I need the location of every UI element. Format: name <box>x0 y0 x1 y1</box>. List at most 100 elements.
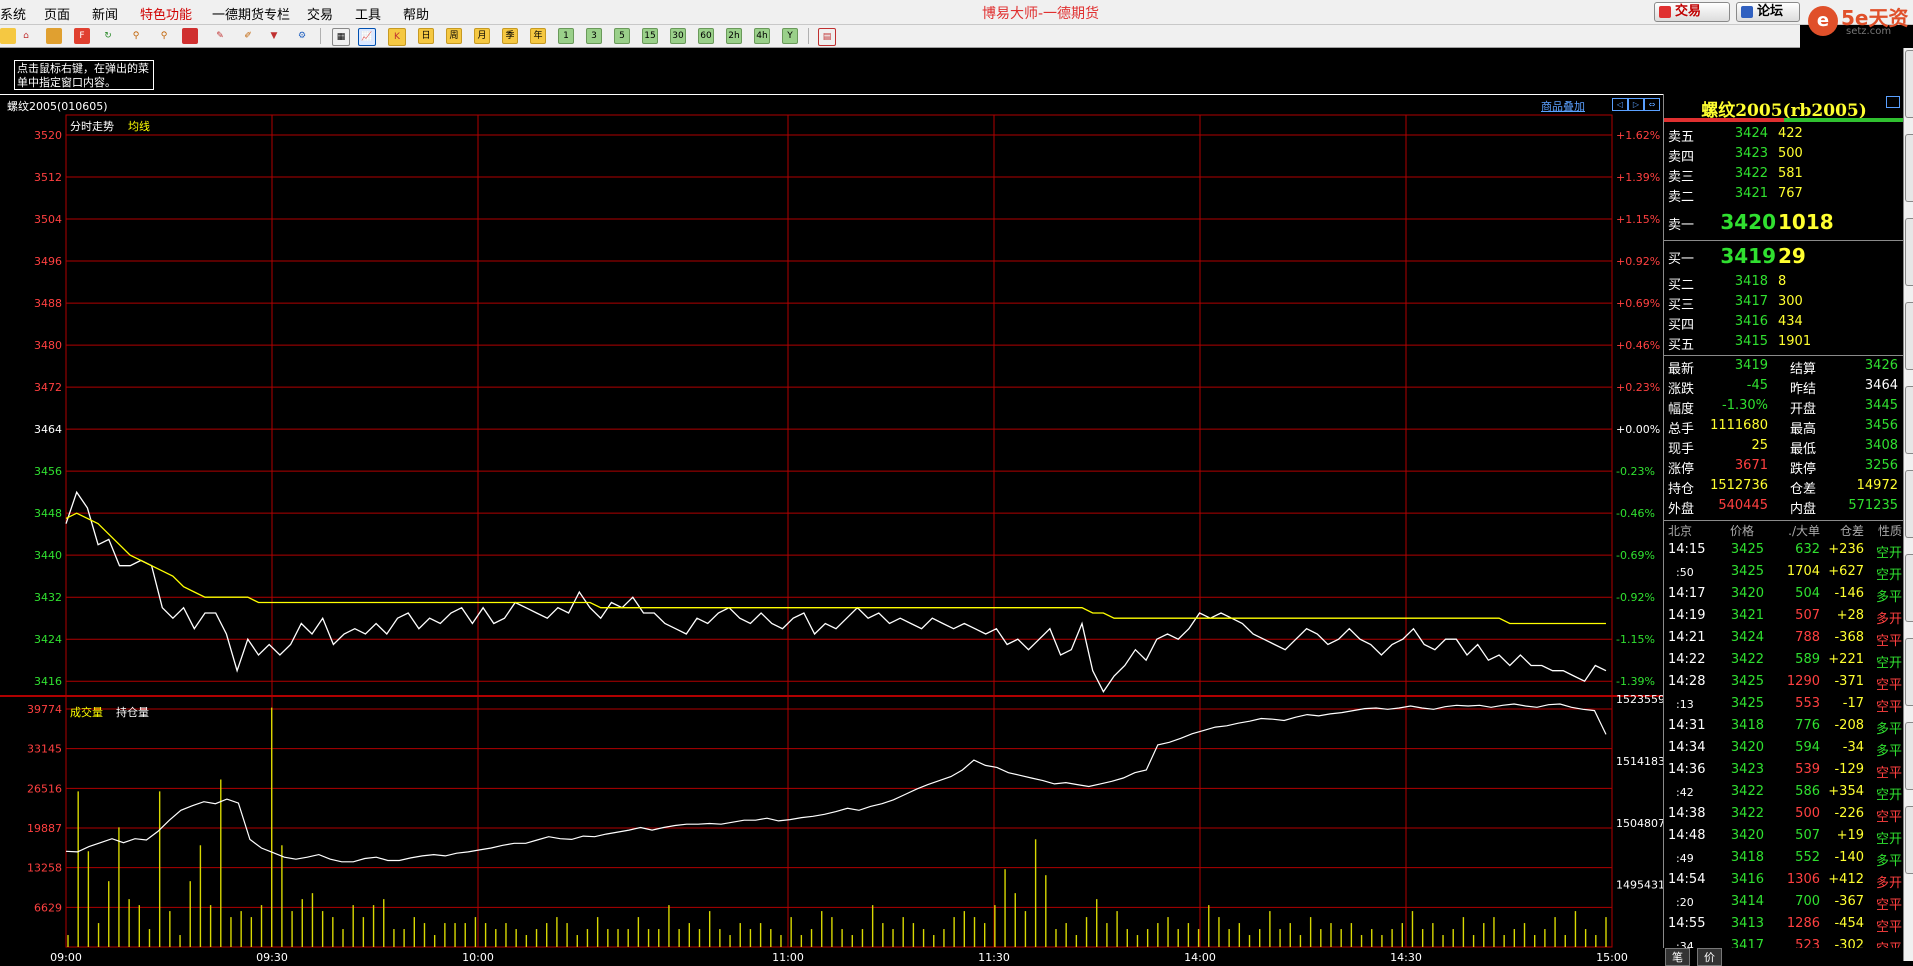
period-day-button[interactable]: 日 <box>418 28 434 44</box>
settings-icon[interactable]: ⚙ <box>294 28 310 44</box>
period-4h-button[interactable]: 4h <box>754 28 770 44</box>
side-tab[interactable] <box>1905 722 1913 790</box>
timeshare-chart-icon[interactable]: 📈 <box>358 28 376 46</box>
table-icon[interactable]: ▦ <box>332 28 350 46</box>
overlay-link[interactable]: 商品叠加 <box>1541 98 1585 114</box>
tick-price: 3424 <box>1730 630 1764 645</box>
folder-icon[interactable] <box>46 28 62 44</box>
calculator-icon[interactable]: ▤ <box>818 28 836 46</box>
nav-left-icon[interactable]: ◁ <box>1612 98 1628 111</box>
filter-icon[interactable]: ▼ <box>266 28 282 44</box>
period-y-button[interactable]: Y <box>782 28 798 44</box>
home-icon[interactable]: ⌂ <box>18 28 34 44</box>
pct-tick-label: +0.69% <box>1616 297 1660 310</box>
period-1m-button[interactable]: 1 <box>558 28 574 44</box>
quote-panel-toggle-icon[interactable] <box>1886 96 1900 108</box>
brush-icon[interactable]: ✐ <box>240 28 256 44</box>
side-tab[interactable] <box>1905 638 1913 706</box>
side-tab[interactable] <box>1905 386 1913 454</box>
zoom-icon[interactable]: ⚲ <box>156 28 172 44</box>
tab-prices[interactable]: 价 <box>1697 948 1722 966</box>
window-icon[interactable] <box>182 28 198 44</box>
search-icon[interactable]: ⚲ <box>128 28 144 44</box>
period-year-button[interactable]: 年 <box>530 28 546 44</box>
bid-volume: 434 <box>1778 314 1803 329</box>
price-tick-label: 3456 <box>34 465 62 478</box>
period-60m-button[interactable]: 60 <box>698 28 714 44</box>
side-tab[interactable] <box>1905 470 1913 538</box>
tick-price: 3422 <box>1730 784 1764 799</box>
period-3m-button[interactable]: 3 <box>586 28 602 44</box>
stat-label: 最新 <box>1668 362 1695 377</box>
menu-yide-column[interactable]: 一德期货专栏 <box>212 4 290 23</box>
tick-type: 空平 <box>1875 678 1902 693</box>
tick-oi-change: +354 <box>1828 784 1864 799</box>
side-tab[interactable] <box>1905 218 1913 286</box>
period-5m-button[interactable]: 5 <box>614 28 630 44</box>
menu-bar: 系统 页面 新闻 特色功能 一德期货专栏 交易 工具 帮助 博易大师-一德期货 … <box>0 0 1913 25</box>
arrow-icon[interactable] <box>0 28 16 44</box>
stat-row: 最新 3419 结算 3426 <box>1664 358 1904 378</box>
tick-row: :20 3414 700 -367 空平 <box>1664 894 1904 916</box>
timeshare-chart-svg[interactable]: 3520 +1.62% 3512 +1.39% 3504 +1.15% 3496 +0.92%… <box>0 95 1663 962</box>
draw-pen-icon[interactable]: ✎ <box>212 28 228 44</box>
tick-oi-change: -208 <box>1834 718 1864 733</box>
volume-tick-label: 13258 <box>27 862 62 875</box>
tick-volume: 504 <box>1795 586 1820 601</box>
nav-right-icon[interactable]: ▷ <box>1628 98 1644 111</box>
tab-ticks[interactable]: 笔 <box>1665 948 1690 966</box>
ask-label: 卖五 <box>1668 130 1695 145</box>
tick-time: 14:19 <box>1668 608 1706 623</box>
menu-system[interactable]: 系统 <box>0 4 26 23</box>
period-2h-button[interactable]: 2h <box>726 28 742 44</box>
period-quarter-button[interactable]: 季 <box>502 28 518 44</box>
quote-bar-green <box>1784 118 1904 122</box>
side-tab[interactable] <box>1905 302 1913 370</box>
bid-volume: 8 <box>1778 274 1787 289</box>
tick-header-cell: 性质 <box>1877 524 1902 538</box>
side-tab[interactable] <box>1905 806 1913 874</box>
side-tab[interactable] <box>1905 134 1913 202</box>
pct-tick-label: -0.46% <box>1616 507 1655 520</box>
pct-tick-label: +0.00% <box>1616 423 1660 436</box>
period-week-button[interactable]: 周 <box>446 28 462 44</box>
bid-row: 买三 3417 300 <box>1664 294 1904 314</box>
oi-tick-label: 1495431 <box>1616 879 1663 892</box>
ask-label: 卖四 <box>1668 150 1695 165</box>
tick-row: 14:21 3424 788 -368 空平 <box>1664 630 1904 652</box>
side-tab[interactable] <box>1905 50 1913 118</box>
stat-row: 现手 25 最低 3408 <box>1664 438 1904 458</box>
price-tick-label: 3432 <box>34 591 62 604</box>
ask-row: 卖四 3423 500 <box>1664 146 1904 166</box>
pct-tick-label: -1.39% <box>1616 675 1655 688</box>
menu-tools[interactable]: 工具 <box>355 4 381 23</box>
period-month-button[interactable]: 月 <box>474 28 490 44</box>
ask-volume: 500 <box>1778 146 1803 161</box>
period-15m-button[interactable]: 15 <box>642 28 658 44</box>
price-tick-label: 3480 <box>34 339 62 352</box>
kline-icon[interactable]: K <box>388 28 406 46</box>
time-tick-label: 09:00 <box>50 951 82 962</box>
time-tick-label: 10:00 <box>462 951 494 962</box>
tick-oi-change: -34 <box>1842 740 1864 755</box>
refresh-icon[interactable]: ↻ <box>100 28 116 44</box>
price-tick-label: 3440 <box>34 549 62 562</box>
menu-special-features[interactable]: 特色功能 <box>140 4 192 23</box>
tick-type: 多平 <box>1875 722 1902 737</box>
news-icon[interactable]: F <box>74 28 90 44</box>
side-tab[interactable] <box>1905 554 1913 622</box>
open-interest-line <box>65 703 1607 863</box>
chart-area[interactable]: 3520 +1.62% 3512 +1.39% 3504 +1.15% 3496 +0.92%… <box>0 94 1663 962</box>
trade-button[interactable]: 交易 <box>1654 2 1730 22</box>
menu-trade[interactable]: 交易 <box>307 4 333 23</box>
nav-expand-icon[interactable]: ⇔ <box>1644 98 1660 111</box>
menu-news[interactable]: 新闻 <box>92 4 118 23</box>
period-30m-button[interactable]: 30 <box>670 28 686 44</box>
forum-button[interactable]: 论坛 <box>1736 2 1800 22</box>
brand-logo: e 5e天资 setz.com <box>1808 2 1913 38</box>
time-tick-label: 15:00 <box>1596 951 1628 962</box>
menu-page[interactable]: 页面 <box>44 4 70 23</box>
stat-value: -1.30% <box>1722 398 1768 413</box>
ask-row: 卖二 3421 767 <box>1664 186 1904 206</box>
menu-help[interactable]: 帮助 <box>403 4 429 23</box>
